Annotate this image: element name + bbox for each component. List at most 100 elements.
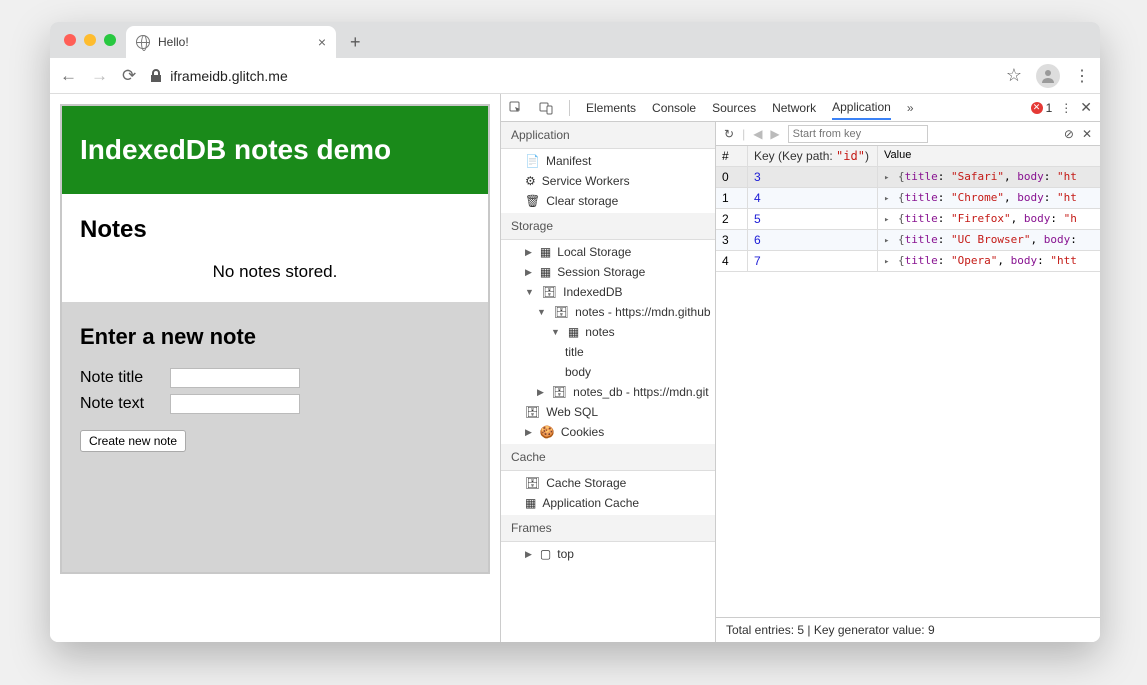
devtools-panel: Elements Console Sources Network Applica… [500,94,1100,642]
clear-icon[interactable]: ⊘ [1064,127,1074,141]
next-page-icon[interactable]: ▶ [770,127,779,141]
data-toolbar: ↻ | ◀ ▶ ⊘ ✕ [716,122,1100,146]
create-note-button[interactable]: Create new note [80,430,186,452]
chevron-down-icon: ▼ [525,287,534,297]
sidebar-item-app-cache[interactable]: ▦Application Cache [501,493,715,513]
row-key: 5 [748,209,878,229]
row-value: ▸ {title: "Chrome", body: "ht [878,188,1100,208]
refresh-icon[interactable]: ↻ [724,127,734,141]
file-icon: 📄 [525,154,540,168]
devtools-body: Application 📄Manifest ⚙Service Workers 🗑… [501,122,1100,642]
frame-icon: ▢ [540,547,551,561]
row-value: ▸ {title: "Opera", body: "htt [878,251,1100,271]
sidebar-item-session-storage[interactable]: ▶▦Session Storage [501,262,715,282]
sidebar-item-manifest[interactable]: 📄Manifest [501,151,715,171]
tab-title: Hello! [158,35,189,49]
sidebar-item-db-notes[interactable]: ▼🗄notes - https://mdn.github [501,302,715,322]
close-window-icon[interactable] [64,34,76,46]
back-icon[interactable]: ← [60,66,77,86]
sidebar-item-indexeddb[interactable]: ▼🗄IndexedDB [501,282,715,302]
error-badge[interactable]: ✕ 1 [1031,101,1053,115]
tab-console[interactable]: Console [652,101,696,115]
data-row[interactable]: 36▸ {title: "UC Browser", body: [716,230,1100,251]
url-field[interactable]: iframeidb.glitch.me [150,68,992,84]
minimize-window-icon[interactable] [84,34,96,46]
browser-tab[interactable]: Hello! × [126,26,336,58]
sidebar-item-frame-top[interactable]: ▶▢top [501,544,715,564]
page-container: IndexedDB notes demo Notes No notes stor… [60,104,490,574]
sidebar-item-db-notesdb[interactable]: ▶🗄notes_db - https://mdn.git [501,382,715,402]
page-title: IndexedDB notes demo [62,106,488,194]
row-key: 6 [748,230,878,250]
settings-icon[interactable]: ⋮ [1060,101,1072,115]
data-panel: ↻ | ◀ ▶ ⊘ ✕ # Key (Key path: "id") Value [716,122,1100,642]
sidebar-item-objectstore-notes[interactable]: ▼▦notes [501,322,715,342]
row-index: 2 [716,209,748,229]
sidebar-item-cookies[interactable]: ▶🍪Cookies [501,422,715,442]
forward-icon[interactable]: → [91,66,108,86]
data-row[interactable]: 03▸ {title: "Safari", body: "ht [716,167,1100,188]
new-note-form: Enter a new note Note title Note text Cr… [62,302,488,572]
tab-application[interactable]: Application [832,100,891,120]
row-key: 7 [748,251,878,271]
new-tab-icon[interactable]: + [350,32,361,53]
menu-icon[interactable]: ⋮ [1074,66,1090,86]
col-header-key[interactable]: Key (Key path: "id") [748,146,878,166]
cookie-icon: 🍪 [540,425,555,439]
sidebar-item-cache-storage[interactable]: 🗄Cache Storage [501,473,715,493]
row-index: 3 [716,230,748,250]
note-title-label: Note title [80,369,170,387]
data-row[interactable]: 14▸ {title: "Chrome", body: "ht [716,188,1100,209]
trash-icon: 🗑 [525,194,540,208]
data-footer: Total entries: 5 | Key generator value: … [716,617,1100,642]
grid-icon: ▦ [525,496,536,510]
note-title-input[interactable] [170,368,300,388]
inspect-icon[interactable] [509,101,523,115]
tab-sources[interactable]: Sources [712,101,756,115]
col-header-value[interactable]: Value [878,146,1100,166]
sidebar-item-websql[interactable]: 🗄Web SQL [501,402,715,422]
grid-icon: ▦ [568,325,579,339]
close-tab-icon[interactable]: × [318,34,326,50]
close-devtools-icon[interactable]: ✕ [1080,99,1092,116]
start-from-key-input[interactable] [788,125,928,143]
sidebar-item-service-workers[interactable]: ⚙Service Workers [501,171,715,191]
data-row[interactable]: 25▸ {title: "Firefox", body: "h [716,209,1100,230]
sidebar-item-index-body[interactable]: body [501,362,715,382]
window-controls [64,34,116,46]
sidebar-item-local-storage[interactable]: ▶▦Local Storage [501,242,715,262]
note-text-input[interactable] [170,394,300,414]
profile-icon[interactable] [1036,64,1060,88]
tab-network[interactable]: Network [772,101,816,115]
section-frames: Frames [501,515,715,542]
application-sidebar: Application 📄Manifest ⚙Service Workers 🗑… [501,122,716,642]
form-heading: Enter a new note [80,324,470,350]
tab-elements[interactable]: Elements [586,101,636,115]
empty-state-text: No notes stored. [62,250,488,302]
maximize-window-icon[interactable] [104,34,116,46]
sidebar-item-index-title[interactable]: title [501,342,715,362]
chevron-right-icon: ▶ [525,427,532,438]
more-tabs-icon[interactable]: » [907,101,914,115]
database-icon: 🗄 [525,476,540,490]
error-icon: ✕ [1031,102,1043,114]
chevron-right-icon: ▶ [525,549,532,560]
sidebar-item-clear-storage[interactable]: 🗑Clear storage [501,191,715,211]
key-gen-value: 9 [928,623,935,637]
lock-icon [150,69,162,83]
row-value: ▸ {title: "Safari", body: "ht [878,167,1100,187]
star-icon[interactable]: ☆ [1006,65,1022,86]
row-key: 3 [748,167,878,187]
col-header-index[interactable]: # [716,146,748,166]
device-icon[interactable] [539,101,553,115]
row-value: ▸ {title: "UC Browser", body: [878,230,1100,250]
chevron-down-icon: ▼ [537,307,546,317]
prev-page-icon[interactable]: ◀ [753,127,762,141]
database-icon: 🗄 [554,305,569,319]
data-row[interactable]: 47▸ {title: "Opera", body: "htt [716,251,1100,272]
row-index: 1 [716,188,748,208]
section-storage: Storage [501,213,715,240]
reload-icon[interactable]: ⟳ [122,66,136,86]
delete-icon[interactable]: ✕ [1082,127,1092,141]
globe-icon [136,35,150,49]
